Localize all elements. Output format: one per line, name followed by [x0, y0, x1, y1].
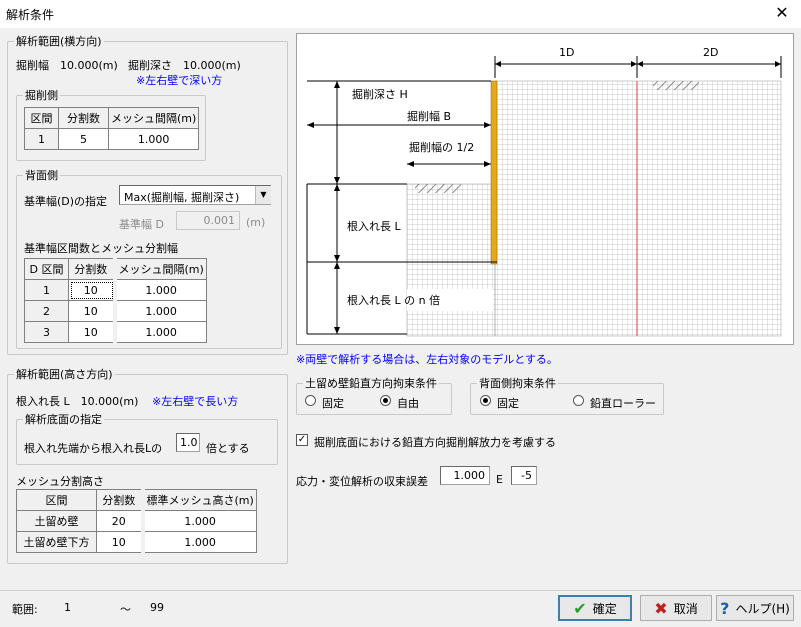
ref-width-select[interactable]: Max(掘削幅, 掘削深さ) ▼	[119, 185, 271, 205]
title-bar	[0, 0, 801, 28]
table-cell: 3	[24, 321, 69, 343]
refD-label: 基準幅 D	[119, 218, 164, 231]
table-cell[interactable]: 5	[58, 128, 109, 150]
model-diagram: 1D 2D 掘削深さ H 掘削幅 B 掘削幅の 1/2 根入れ長 L 根入れ長 …	[296, 33, 794, 345]
table-cell[interactable]: 20	[96, 510, 143, 532]
table-cell: 1	[24, 128, 59, 150]
wall-vertical-group: 土留め壁鉛直方向拘束条件	[296, 375, 452, 415]
table-cell[interactable]: 1.000	[140, 510, 257, 532]
table-cell[interactable]: 1.000	[112, 300, 207, 322]
table-cell: 土留め壁下方	[16, 531, 97, 553]
mesh-height-label: メッシュ分割高さ	[16, 475, 104, 488]
vertical-range-legend: 解析範囲(高さ方向)	[16, 368, 113, 381]
label-embed-l: 根入れ長 L	[347, 219, 401, 233]
horizontal-range-legend: 解析範囲(横方向)	[16, 35, 102, 48]
vertical-note: ※左右壁で長い方	[152, 395, 239, 408]
convergence-mantissa-input[interactable]: 1.000	[440, 466, 490, 485]
excavation-depth-text: 掘削深さ 10.000(m)	[128, 59, 241, 72]
mesh-height-table: 区間 分割数 標準メッシュ高さ(m) 土留め壁 20 1.000 土留め壁下方 …	[16, 489, 257, 553]
analysis-bottom-legend: 解析底面の指定	[25, 413, 102, 426]
table-header: 区間	[24, 107, 59, 129]
label-half-width: 掘削幅の 1/2	[409, 140, 474, 154]
label-depth-h: 掘削深さ H	[352, 87, 408, 101]
bottom-suffix: 倍とする	[206, 442, 250, 455]
convergence-exponent-input[interactable]: -5	[511, 466, 537, 485]
release-checkbox[interactable]: ✓	[296, 434, 308, 446]
table-cell[interactable]: 1.000	[140, 531, 257, 553]
window-title: 解析条件	[6, 8, 55, 22]
cancel-button-label: 取消	[673, 601, 698, 616]
diagram-note: ※両壁で解析する場合は、左右対象のモデルとする。	[296, 353, 558, 366]
table-header: 分割数	[96, 489, 143, 511]
table-cell[interactable]: 10	[68, 279, 115, 301]
back-side-legend: 背面側	[25, 169, 58, 182]
back-fixed-radio[interactable]	[480, 395, 491, 406]
ref-section-label: 基準幅区間数とメッシュ分割幅	[24, 242, 178, 255]
table-header: 分割数	[58, 107, 109, 129]
table-cell[interactable]: 1.000	[107, 128, 200, 150]
back-table: D 区間 分割数 メッシュ間隔(m) 1 10 1.000 2 10 1.000…	[24, 258, 207, 343]
table-cell[interactable]: 10	[96, 531, 143, 553]
check-icon: ✔	[573, 598, 587, 618]
table-header: メッシュ間隔(m)	[112, 258, 207, 280]
table-header: 区間	[16, 489, 97, 511]
bottom-prefix: 根入れ先端から根入れ長Lの	[24, 442, 163, 455]
back-restraint-legend: 背面側拘束条件	[479, 377, 556, 390]
label-width-b: 掘削幅 B	[407, 109, 451, 123]
table-cell[interactable]: 10	[68, 300, 115, 322]
status-range-label: 範囲:	[12, 603, 38, 616]
bottom-multiplier-input[interactable]: 1.0	[176, 433, 200, 452]
status-range-to: 99	[150, 601, 164, 614]
status-tilde: 〜	[120, 603, 131, 616]
label-1d: 1D	[559, 46, 574, 59]
table-cell[interactable]: 1.000	[112, 321, 207, 343]
table-header: メッシュ間隔(m)	[107, 107, 200, 129]
wall-vertical-legend: 土留め壁鉛直方向拘束条件	[305, 377, 437, 390]
help-button-label: ヘルプ(H)	[735, 601, 790, 616]
ref-width-select-value: Max(掘削幅, 掘削深さ)	[124, 191, 240, 204]
ref-width-label: 基準幅(D)の指定	[24, 195, 108, 208]
label-embed-nl: 根入れ長 L の n 倍	[347, 293, 440, 307]
convergence-e-label: E	[496, 473, 503, 486]
horizontal-note: ※左右壁で深い方	[136, 74, 223, 87]
table-cell[interactable]: 1.000	[112, 279, 207, 301]
refD-input[interactable]: 0.001	[176, 211, 240, 230]
status-range-from: 1	[64, 601, 71, 614]
table-cell: 土留め壁	[16, 510, 97, 532]
ok-button-label: 確定	[592, 601, 617, 616]
close-icon[interactable]: ✕	[770, 2, 794, 24]
chevron-down-icon: ▼	[255, 186, 271, 204]
back-roller-label[interactable]: 鉛直ローラー	[590, 395, 656, 411]
wall-fixed-label[interactable]: 固定	[322, 395, 344, 411]
wall-free-label[interactable]: 自由	[397, 395, 419, 411]
wall-free-radio[interactable]	[380, 395, 391, 406]
table-header: 標準メッシュ高さ(m)	[140, 489, 257, 511]
back-fixed-label[interactable]: 固定	[497, 395, 519, 411]
table-cell[interactable]: 10	[68, 321, 115, 343]
back-roller-radio[interactable]	[573, 395, 584, 406]
excavation-width-text: 掘削幅 10.000(m)	[16, 59, 118, 72]
table-header: D 区間	[24, 258, 69, 280]
excavation-table: 区間 分割数 メッシュ間隔(m) 1 5 1.000	[24, 107, 200, 150]
cancel-button[interactable]: ✖ 取消	[640, 595, 712, 621]
question-icon: ?	[720, 598, 730, 618]
release-checkbox-label[interactable]: 掘削底面における鉛直方向掘削解放力を考慮する	[314, 434, 556, 450]
table-header: 分割数	[68, 258, 115, 280]
embed-length-text: 根入れ長 L 10.000(m)	[16, 395, 139, 408]
label-2d: 2D	[703, 46, 718, 59]
excavation-side-legend: 掘削側	[25, 89, 58, 102]
table-cell: 1	[24, 279, 69, 301]
cross-icon: ✖	[654, 598, 668, 618]
table-cell: 2	[24, 300, 69, 322]
ok-button[interactable]: ✔ 確定	[558, 595, 632, 621]
analysis-bottom-group: 解析底面の指定	[16, 411, 278, 465]
refD-unit: (m)	[246, 216, 266, 229]
wall-fixed-radio[interactable]	[305, 395, 316, 406]
help-button[interactable]: ? ヘルプ(H)	[716, 595, 794, 621]
convergence-label: 応力・変位解析の収束誤差	[296, 475, 428, 488]
